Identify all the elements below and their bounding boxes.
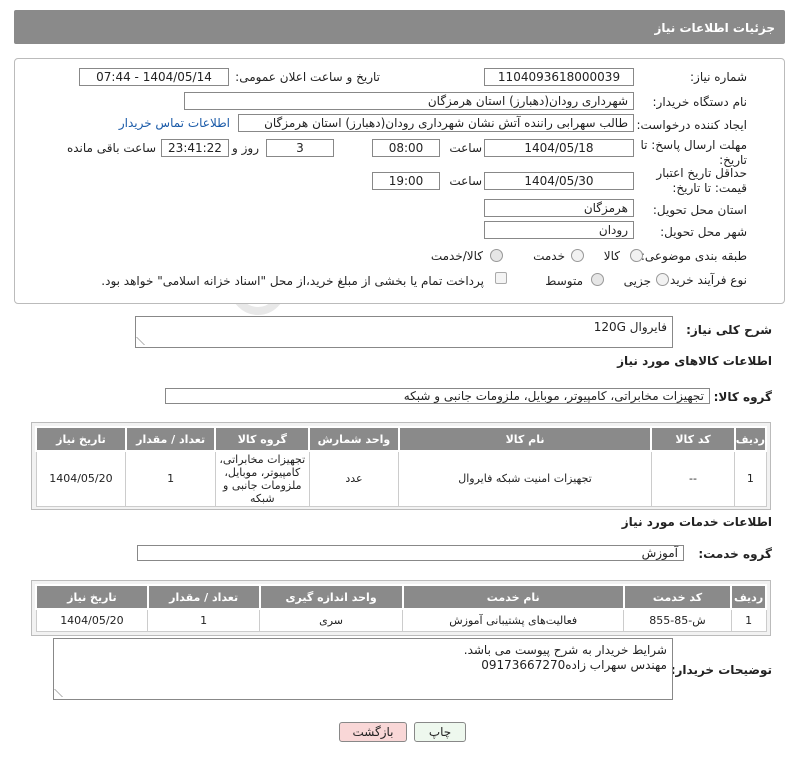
- goods-cell-unit: عدد: [308, 450, 400, 507]
- services-cell-date: 1404/05/20: [35, 608, 149, 632]
- category-option-goods-service: کالا/خدمت: [430, 249, 483, 263]
- services-cell-unit: سری: [259, 608, 404, 632]
- buyer-notes-textarea[interactable]: شرایط خریدار به شرح پیوست می باشد. مهندس…: [53, 638, 673, 700]
- province-label: استان محل تحویل:: [652, 203, 747, 217]
- buyer-notes-line-2: مهندس سهراب زاده09173667270: [481, 658, 667, 672]
- province-field[interactable]: هرمزگان: [484, 199, 634, 217]
- reply-deadline-label: مهلت ارسال پاسخ: تا تاریخ:: [640, 138, 747, 167]
- services-cell-qty: 1: [147, 608, 261, 632]
- table-row[interactable]: 1 -- تجهیزات امنیت شبکه فایروال عدد تجهی…: [35, 450, 767, 507]
- print-button[interactable]: چاپ: [414, 722, 466, 742]
- services-table: ردیف کد خدمت نام خدمت واحد اندازه گیری ت…: [35, 584, 767, 632]
- remaining-time-field[interactable]: 23:41:22: [161, 139, 229, 157]
- category-option-service: خدمت: [533, 249, 565, 263]
- reply-time-label: ساعت: [449, 141, 482, 155]
- resize-handle-icon[interactable]: [54, 689, 70, 697]
- goods-col-unit: واحد شمارش: [308, 426, 400, 452]
- goods-section-title: اطلاعات کالاهای مورد نیاز: [617, 354, 772, 368]
- services-col-unit: واحد اندازه گیری: [258, 584, 404, 610]
- services-col-row: ردیف: [730, 584, 767, 610]
- price-validity-time-field[interactable]: 19:00: [372, 172, 440, 190]
- treasury-payment-checkbox[interactable]: [495, 272, 507, 284]
- remaining-time-label: ساعت باقی مانده: [66, 141, 156, 155]
- description-text: فایروال 120G: [593, 320, 667, 334]
- price-validity-date-field[interactable]: 1404/05/30: [484, 172, 634, 190]
- services-table-container: ردیف کد خدمت نام خدمت واحد اندازه گیری ت…: [31, 580, 771, 636]
- requester-field[interactable]: طالب سهرابی راننده آتش نشان شهرداری رودا…: [238, 114, 634, 132]
- goods-table-container: ردیف کد کالا نام کالا واحد شمارش گروه کا…: [31, 422, 771, 510]
- page-header: جزئیات اطلاعات نیاز: [14, 10, 785, 44]
- goods-cell-date: 1404/05/20: [35, 450, 127, 507]
- goods-col-date: تاریخ نیاز: [35, 426, 127, 452]
- goods-cell-name: تجهیزات امنیت شبکه فایروال: [398, 450, 652, 507]
- description-label: شرح کلی نیاز:: [686, 323, 772, 337]
- buyer-contact-link[interactable]: اطلاعات تماس خریدار: [119, 116, 230, 130]
- process-option-medium: متوسط: [545, 274, 583, 288]
- services-cell-row: 1: [730, 608, 767, 632]
- services-col-date: تاریخ نیاز: [35, 584, 149, 610]
- resize-handle-icon[interactable]: [136, 337, 152, 345]
- requester-label: ایجاد کننده درخواست:: [636, 118, 747, 132]
- services-section-title: اطلاعات خدمات مورد نیاز: [621, 515, 772, 529]
- services-col-qty: تعداد / مقدار: [146, 584, 261, 610]
- city-label: شهر محل تحویل:: [660, 225, 747, 239]
- goods-group-field[interactable]: تجهیزات مخابراتی، کامپیوتر، موبایل، ملزو…: [165, 388, 710, 404]
- goods-col-code: کد کالا: [650, 426, 736, 452]
- goods-group-label: گروه کالا:: [713, 390, 772, 404]
- goods-col-group: گروه کالا: [214, 426, 311, 452]
- price-validity-label: حداقل تاریخ اعتبار قیمت: تا تاریخ:: [656, 166, 747, 195]
- reply-days-label: روز و: [232, 141, 259, 155]
- process-option-minor: جزیی: [623, 274, 651, 288]
- city-field[interactable]: رودان: [484, 221, 634, 239]
- treasury-payment-note: پرداخت تمام یا بخشی از مبلغ خرید،از محل …: [101, 274, 484, 288]
- goods-cell-row: 1: [734, 450, 767, 507]
- services-group-label: گروه خدمت:: [698, 547, 772, 561]
- goods-cell-code: --: [650, 450, 736, 507]
- price-validity-time-label: ساعت: [449, 174, 482, 188]
- description-textarea[interactable]: فایروال 120G: [135, 316, 673, 348]
- announce-label: تاریخ و ساعت اعلان عمومی:: [235, 70, 380, 84]
- category-radio-service[interactable]: [571, 249, 584, 262]
- buyer-notes-label: توضیحات خریدار:: [670, 663, 772, 677]
- buyer-label: نام دستگاه خریدار:: [652, 95, 748, 109]
- services-col-name: نام خدمت: [401, 584, 625, 610]
- announce-field[interactable]: 1404/05/14 - 07:44: [79, 68, 229, 86]
- category-radio-goods[interactable]: [630, 249, 643, 262]
- category-option-goods: کالا: [603, 249, 620, 263]
- process-radio-medium[interactable]: [591, 273, 604, 286]
- process-label: نوع فرآیند خرید :: [662, 273, 747, 287]
- reply-date-field[interactable]: 1404/05/18: [484, 139, 634, 157]
- services-group-field[interactable]: آموزش: [137, 545, 684, 561]
- goods-cell-group: تجهیزات مخابراتی، کامپیوتر، موبایل، ملزو…: [214, 450, 310, 507]
- table-row[interactable]: 1 ش-85-855 فعالیت‌های پشتیبانی آموزش سری…: [35, 608, 767, 632]
- goods-col-qty: تعداد / مقدار: [124, 426, 217, 452]
- buyer-notes-line-1: شرایط خریدار به شرح پیوست می باشد.: [463, 643, 667, 657]
- reply-days-field[interactable]: 3: [266, 139, 334, 157]
- services-col-code: کد خدمت: [622, 584, 733, 610]
- category-radio-goods-service[interactable]: [490, 249, 503, 262]
- goods-cell-qty: 1: [125, 450, 216, 507]
- goods-col-row: ردیف: [733, 426, 768, 452]
- reply-time-field[interactable]: 08:00: [372, 139, 440, 157]
- process-radio-minor[interactable]: [656, 273, 669, 286]
- back-button[interactable]: بازگشت: [339, 722, 407, 742]
- category-label: طبقه بندی موضوعی:: [640, 249, 747, 263]
- services-cell-name: فعالیت‌های پشتیبانی آموزش: [402, 608, 625, 632]
- goods-col-name: نام کالا: [397, 426, 653, 452]
- buyer-field[interactable]: شهرداری رودان(دهبارز) استان هرمزگان: [184, 92, 634, 110]
- services-cell-code: ش-85-855: [623, 608, 732, 632]
- goods-table: ردیف کد کالا نام کالا واحد شمارش گروه کا…: [35, 426, 768, 507]
- need-number-field[interactable]: 1104093618000039: [484, 68, 634, 86]
- need-number-label: شماره نیاز:: [690, 70, 747, 84]
